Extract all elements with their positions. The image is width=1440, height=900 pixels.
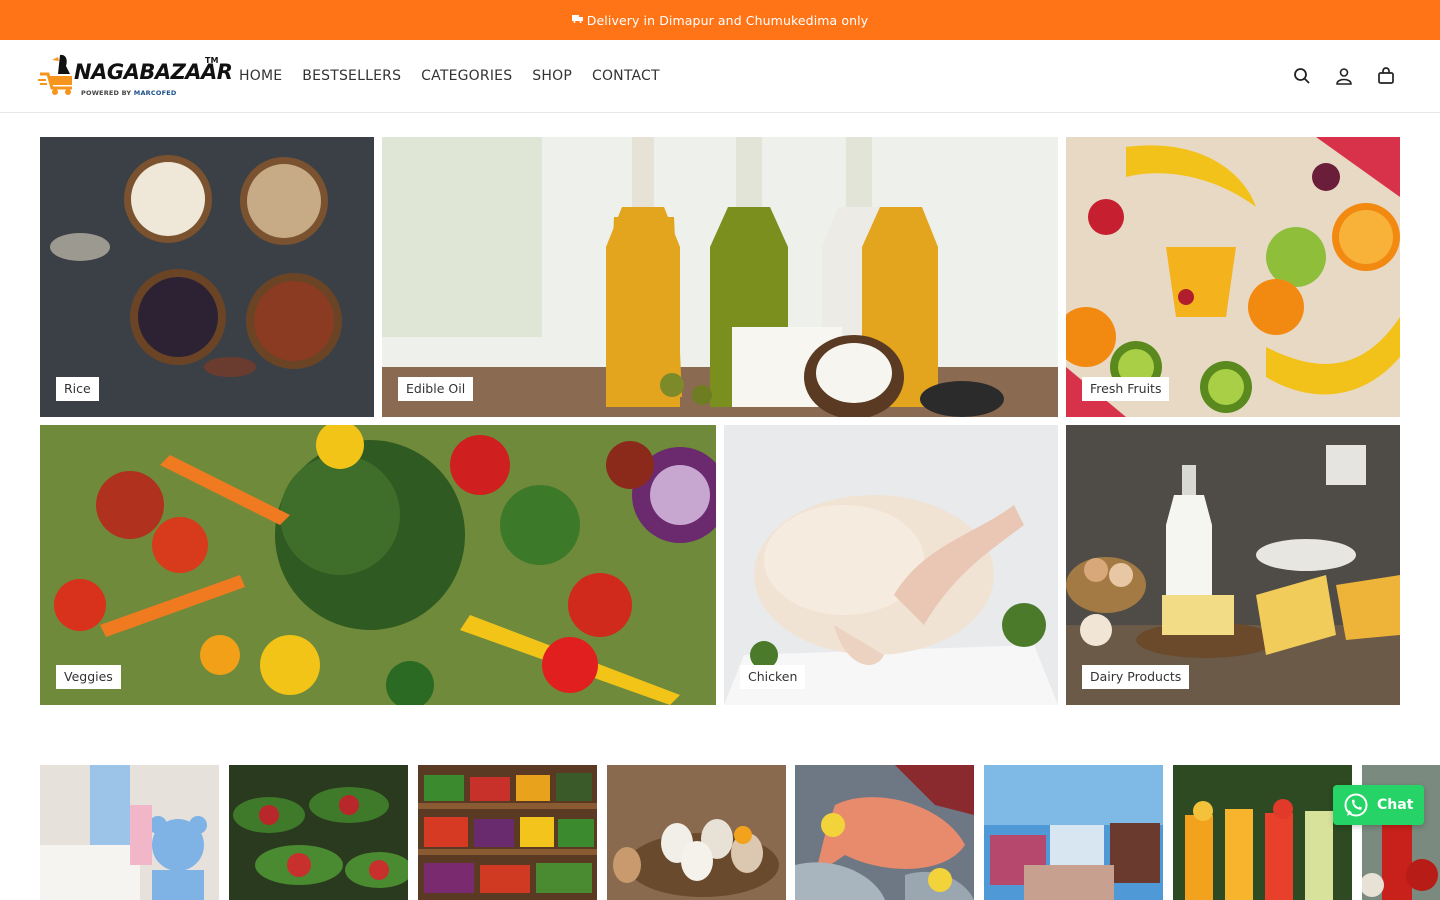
whatsapp-icon bbox=[1344, 793, 1368, 817]
logo-powered-by: POWERED BY MARCOFED bbox=[81, 89, 176, 97]
collection-label: Rice bbox=[56, 377, 99, 401]
nav-contact[interactable]: CONTACT bbox=[592, 68, 660, 84]
fish-image bbox=[795, 765, 974, 900]
collection-tile-dairy-products[interactable]: Dairy Products bbox=[1066, 425, 1400, 705]
collection-tile-veggies[interactable]: Veggies bbox=[40, 425, 716, 705]
powered-by-text: POWERED BY bbox=[81, 89, 132, 97]
site-header: NAGABAZAAR TM POWERED BY MARCOFED HOME B… bbox=[0, 40, 1440, 113]
collection-label: Dairy Products bbox=[1082, 665, 1190, 689]
collection-label: Chicken bbox=[740, 665, 806, 689]
collection-tile-rice[interactable]: Rice bbox=[40, 137, 374, 417]
grocery-shelves-image bbox=[418, 765, 597, 900]
edible-oil-image bbox=[382, 137, 1058, 417]
fresh-fruits-image bbox=[1066, 137, 1400, 417]
nav-shop[interactable]: SHOP bbox=[532, 68, 572, 84]
header-actions bbox=[1292, 40, 1396, 112]
truck-icon bbox=[571, 15, 583, 23]
category-thumb-baby-care[interactable] bbox=[40, 765, 219, 900]
announcement-text: Delivery in Dimapur and Chumukedima only bbox=[586, 12, 869, 28]
site-logo[interactable]: NAGABAZAAR TM POWERED BY MARCOFED bbox=[38, 52, 233, 100]
category-thumb-juices[interactable] bbox=[1173, 765, 1352, 900]
main-nav: HOME BESTSELLERS CATEGORIES SHOP CONTACT bbox=[239, 40, 660, 112]
search-icon[interactable] bbox=[1292, 66, 1312, 86]
category-thumb-fish[interactable] bbox=[795, 765, 974, 900]
collection-tile-fresh-fruits[interactable]: Fresh Fruits bbox=[1066, 137, 1400, 417]
chat-label: Chat bbox=[1377, 797, 1414, 813]
collection-tile-chicken[interactable]: Chicken bbox=[724, 425, 1058, 705]
dairy-products-image bbox=[1066, 425, 1400, 705]
announcement-bar: Delivery in Dimapur and Chumukedima only bbox=[0, 0, 1440, 40]
chicken-image bbox=[724, 425, 1058, 705]
veggies-image bbox=[40, 425, 716, 705]
collection-label: Fresh Fruits bbox=[1082, 377, 1170, 401]
collection-label: Edible Oil bbox=[398, 377, 474, 401]
partner-name: MARCOFED bbox=[133, 89, 177, 97]
collection-tile-edible-oil[interactable]: Edible Oil bbox=[382, 137, 1058, 417]
rice-image bbox=[40, 137, 374, 417]
logo-trademark: TM bbox=[205, 56, 219, 65]
category-thumb-paan[interactable] bbox=[229, 765, 408, 900]
cart-icon[interactable] bbox=[1376, 66, 1396, 86]
category-thumb-grocery-shelves[interactable] bbox=[418, 765, 597, 900]
nav-home[interactable]: HOME bbox=[239, 68, 282, 84]
collection-label: Veggies bbox=[56, 665, 121, 689]
paan-image bbox=[229, 765, 408, 900]
account-icon[interactable] bbox=[1334, 66, 1354, 86]
eggs-image bbox=[607, 765, 786, 900]
baby-care-image bbox=[40, 765, 219, 900]
juices-image bbox=[1173, 765, 1352, 900]
category-thumb-frozen[interactable] bbox=[984, 765, 1163, 900]
nav-categories[interactable]: CATEGORIES bbox=[421, 68, 512, 84]
frozen-image bbox=[984, 765, 1163, 900]
nav-bestsellers[interactable]: BESTSELLERS bbox=[302, 68, 401, 84]
chat-button[interactable]: Chat bbox=[1333, 785, 1424, 825]
category-thumb-eggs[interactable] bbox=[607, 765, 786, 900]
